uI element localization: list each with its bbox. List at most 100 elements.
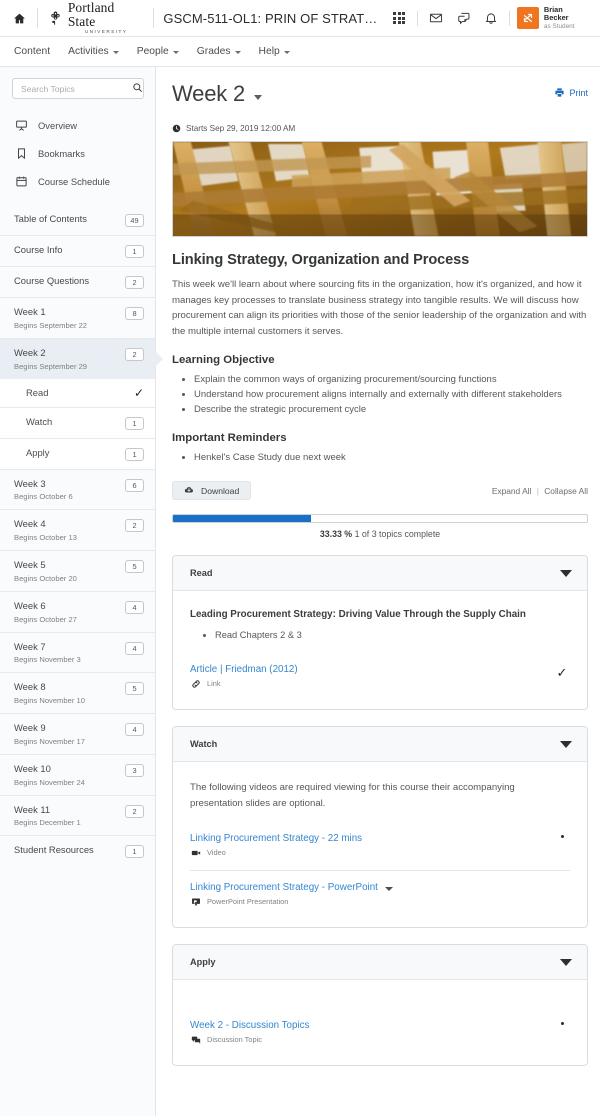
chevron-down-icon[interactable] — [560, 958, 572, 966]
resource-type: PowerPoint Presentation — [207, 897, 289, 907]
unread-dot-icon — [560, 1022, 564, 1026]
sidebar-item-week-2[interactable]: Week 2 Begins September 29 2 — [0, 337, 155, 379]
chevron-down-icon[interactable] — [560, 569, 572, 577]
nav-item-grades[interactable]: Grades — [188, 37, 250, 67]
sidebar-item-course-questions[interactable]: Course Questions 2 — [0, 266, 155, 297]
chat-icon[interactable] — [450, 5, 478, 31]
chevron-down-icon — [112, 50, 119, 54]
chevron-down-icon — [234, 50, 241, 54]
page-shell: Overview Bookmarks Course Schedule Table… — [0, 67, 600, 1116]
sidebar-item-apply[interactable]: Apply 1 — [0, 437, 155, 469]
resource-link[interactable]: Linking Procurement Strategy - PowerPoin… — [190, 882, 378, 893]
chevron-down-icon — [172, 50, 179, 54]
toc-sublabel: Begins September 29 — [14, 361, 88, 371]
clock-icon — [172, 124, 181, 133]
sidebar-item-read[interactable]: Read ✓ — [0, 378, 155, 407]
brand-subtitle: UNIVERSITY — [84, 28, 128, 34]
home-icon[interactable] — [12, 12, 28, 25]
print-button[interactable]: Print — [554, 87, 588, 98]
nav-item-people[interactable]: People — [128, 37, 188, 67]
chevron-down-icon[interactable] — [254, 95, 262, 100]
toc-sublabel: Begins October 20 — [14, 573, 77, 583]
download-button[interactable]: Download — [172, 481, 252, 500]
table-of-contents-list: Table of Contents 49 Course Info 1 Cours… — [0, 205, 155, 866]
nav-item-help[interactable]: Help — [250, 37, 299, 67]
sidebar-item-week-7[interactable]: Week 7 Begins November 3 4 — [0, 631, 155, 673]
avatar[interactable] — [517, 6, 539, 29]
search-icon[interactable] — [132, 80, 143, 98]
download-label: Download — [201, 485, 240, 496]
main-nav: Content Activities People Grades Help — [0, 37, 600, 67]
expand-all-link[interactable]: Expand All — [492, 486, 532, 496]
sidebar-item-overview[interactable]: Overview — [0, 111, 155, 139]
module-header-apply[interactable]: Apply — [173, 945, 587, 981]
module-body-read: Leading Procurement Strategy: Driving Va… — [173, 591, 587, 709]
module-body-watch: The following videos are required viewin… — [173, 762, 587, 927]
bell-icon[interactable] — [477, 5, 505, 31]
count-badge: 2 — [125, 519, 144, 533]
toc-label: Apply — [26, 446, 50, 458]
count-badge: 2 — [125, 804, 144, 818]
top-bar: Portland State UNIVERSITY GSCM-511-OL1: … — [0, 0, 600, 37]
module-header-watch[interactable]: Watch — [173, 727, 587, 763]
envelope-icon[interactable] — [422, 5, 450, 31]
chevron-down-icon[interactable] — [384, 887, 393, 892]
nav-item-content[interactable]: Content — [14, 37, 59, 67]
sidebar-item-bookmarks[interactable]: Bookmarks — [0, 139, 155, 167]
print-label: Print — [569, 87, 588, 98]
printer-icon — [554, 87, 565, 98]
sidebar-item-week-4[interactable]: Week 4 Begins October 13 2 — [0, 509, 155, 550]
collapse-all-link[interactable]: Collapse All — [544, 486, 588, 496]
sidebar-item-week-3[interactable]: Week 3 Begins October 6 6 — [0, 468, 155, 510]
sidebar-item-week-11[interactable]: Week 11 Begins December 1 2 — [0, 794, 155, 836]
sidebar-item-week-1[interactable]: Week 1 Begins September 22 8 — [0, 297, 155, 338]
toc-label: Course Questions — [14, 275, 90, 286]
list-item: Understand how procurement aligns intern… — [194, 388, 588, 403]
waffle-grid-icon[interactable] — [385, 5, 413, 31]
resource-link[interactable]: Article | Friedman (2012) — [190, 664, 298, 675]
learning-objective-heading: Learning Objective — [172, 354, 275, 367]
module-title: Watch — [190, 739, 218, 750]
module-title: Apply — [190, 957, 216, 968]
resource-subline: Video — [190, 847, 362, 858]
search-input[interactable] — [21, 83, 132, 94]
chevron-down-icon[interactable] — [560, 740, 572, 748]
sidebar-item-week-8[interactable]: Week 8 Begins November 10 5 — [0, 672, 155, 713]
sidebar-item-week-9[interactable]: Week 9 Begins November 17 4 — [0, 713, 155, 754]
resource-link-row: Linking Procurement Strategy - 22 mins — [190, 833, 362, 844]
toc-sublabel: Begins November 17 — [14, 736, 85, 746]
resource-status — [554, 833, 570, 839]
sidebar-item-week-5[interactable]: Week 5 Begins October 20 5 — [0, 550, 155, 591]
content-heading: Linking Strategy, Organization and Proce… — [172, 252, 470, 268]
bookmark-icon — [14, 146, 28, 160]
sidebar: Overview Bookmarks Course Schedule Table… — [0, 67, 156, 1116]
resource-row: Article | Friedman (2012) Link ✓ — [190, 642, 570, 689]
sidebar-item-course-info[interactable]: Course Info 1 — [0, 235, 155, 266]
user-menu[interactable]: Brian Becker as Student — [514, 5, 589, 30]
toc-label: Table of Contents — [14, 213, 87, 224]
main-content: Week 2 Print Starts Sep 29, 2019 12:00 A… — [156, 67, 600, 1116]
sidebar-item-week-6[interactable]: Week 6 Begins October 27 4 — [0, 590, 155, 632]
resource-link[interactable]: Linking Procurement Strategy - 22 mins — [190, 833, 362, 844]
toc-label: Week 6 — [14, 599, 46, 611]
toc-label: Week 7 — [14, 640, 46, 652]
learning-objectives-list: Explain the common ways of organizing pr… — [194, 373, 588, 417]
nav-label: Grades — [196, 46, 231, 57]
start-date-label: Starts Sep 29, 2019 12:00 AM — [186, 124, 296, 133]
search-box[interactable] — [12, 78, 144, 99]
sidebar-item-table-of-contents[interactable]: Table of Contents 49 — [0, 205, 155, 235]
sidebar-item-course-schedule[interactable]: Course Schedule — [0, 167, 155, 195]
resource-main: Week 2 - Discussion Topics Discussion To… — [190, 1020, 309, 1045]
nav-item-activities[interactable]: Activities — [59, 37, 128, 67]
toc-label: Week 11 — [14, 803, 51, 815]
module-header-read[interactable]: Read — [173, 556, 587, 591]
toc-label: Week 1 — [14, 306, 46, 317]
page-title-group: Week 2 — [172, 81, 262, 107]
resource-link[interactable]: Week 2 - Discussion Topics — [190, 1020, 309, 1031]
sidebar-item-watch[interactable]: Watch 1 — [0, 406, 155, 438]
page-header: Week 2 Print — [172, 81, 588, 107]
course-title[interactable]: GSCM-511-OL1: PRIN OF STRATEGI... — [163, 11, 385, 26]
brand-logo[interactable]: Portland State UNIVERSITY — [47, 1, 145, 34]
sidebar-item-student-resources[interactable]: Student Resources 1 — [0, 835, 155, 866]
sidebar-item-week-10[interactable]: Week 10 Begins November 24 3 — [0, 753, 155, 795]
